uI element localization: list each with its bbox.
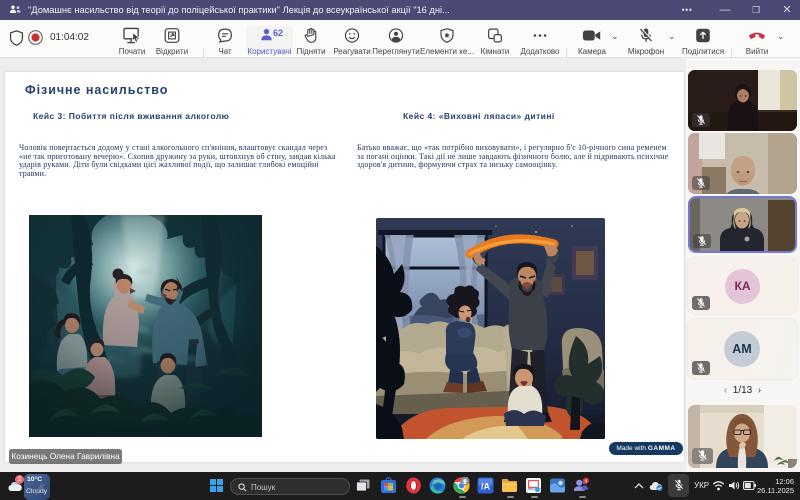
svg-text:/A: /A [481, 482, 491, 492]
svg-text:6: 6 [585, 479, 588, 485]
